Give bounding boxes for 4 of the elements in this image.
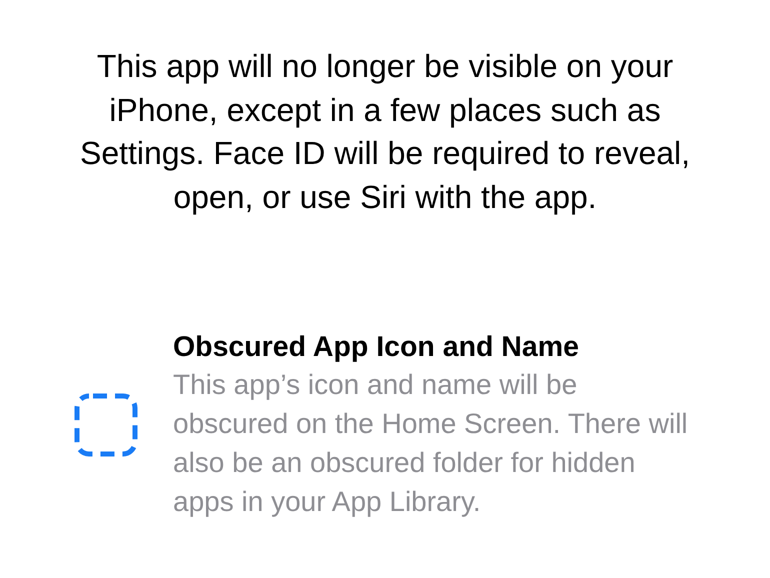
description-text: This app will no longer be visible on your iPhone, except in a few places such as Settings. Face ID will be required to reveal, open, or use Siri with the app.: [78, 47, 692, 217]
dashed-square-icon: [74, 393, 138, 457]
feature-title: Obscured App Icon and Name: [173, 330, 580, 365]
feature-description: This app’s icon and name will be obscured on the Home Screen. There will also be an obscured folder for hidden apps in your App Library.: [173, 368, 688, 519]
